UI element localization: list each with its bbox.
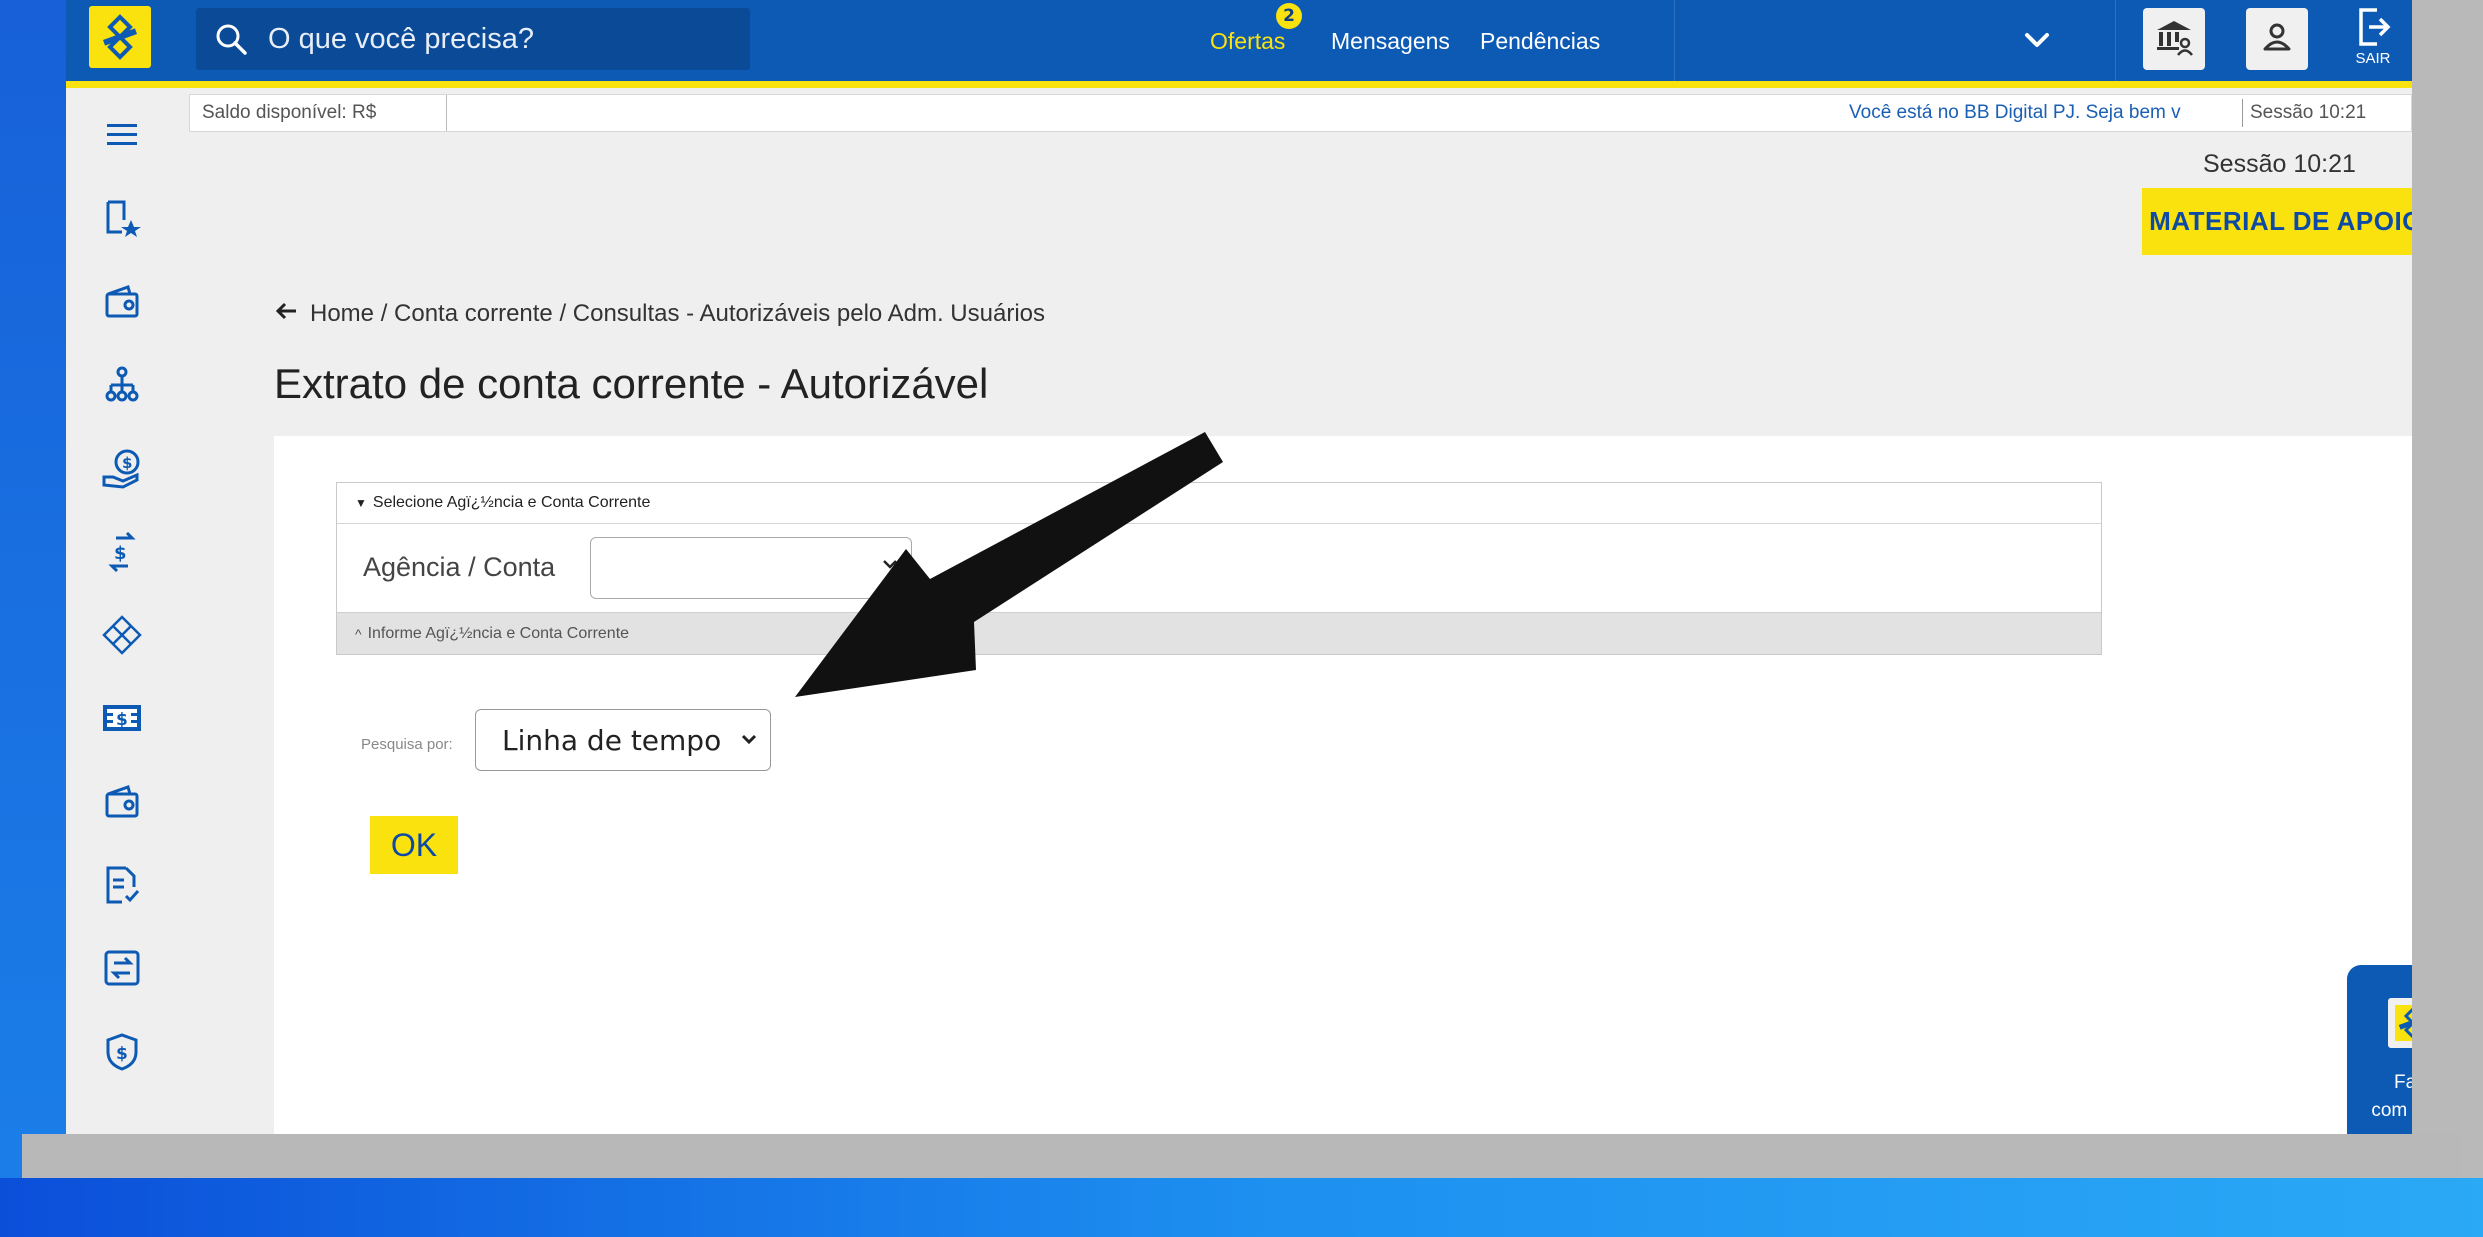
logout-button[interactable]: SAIR	[2345, 6, 2401, 74]
agencia-conta-row: Agência / Conta	[337, 524, 2101, 612]
back-arrow-icon[interactable]	[274, 300, 298, 328]
app-window: O que você precisa? Ofertas 2 Mensagens …	[66, 0, 2412, 1134]
chat-bb-icon	[2387, 998, 2412, 1048]
nav-ofertas[interactable]: Ofertas	[1210, 28, 1285, 55]
bb-logo-icon	[102, 14, 138, 60]
page-title: Extrato de conta corrente - Autorizável	[274, 360, 989, 407]
accordion-header-label: Selecione Agï¿½ncia e Conta Corrente	[372, 494, 651, 511]
account-info-bar: Saldo disponível: R$ Você está no BB Dig…	[189, 94, 2412, 132]
material-apoio-button[interactable]: MATERIAL DE APOIO i	[2142, 188, 2412, 255]
agencia-conta-select[interactable]	[590, 537, 912, 599]
chevron-down-icon	[738, 728, 760, 754]
background-frame-left	[0, 0, 66, 1180]
material-apoio-label: MATERIAL DE APOIO	[2149, 206, 2412, 236]
bank-building-icon	[2153, 16, 2195, 62]
wallet-icon[interactable]	[100, 780, 144, 824]
chat-widget[interactable]: Fale com o BB	[2347, 965, 2412, 1134]
user-profile-button[interactable]	[2246, 8, 2308, 70]
chat-label-line2: com o BB	[2371, 1100, 2412, 1121]
organization-icon[interactable]	[100, 363, 144, 407]
menu-icon[interactable]	[100, 113, 144, 157]
ok-button[interactable]: OK	[370, 816, 458, 874]
welcome-ticker: Você está no BB Digital PJ. Seja bem v	[1849, 102, 2181, 123]
svg-text:$: $	[116, 1044, 128, 1064]
ofertas-badge: 2	[1276, 3, 1302, 29]
transfer-money-icon[interactable]: $	[100, 530, 144, 574]
agencia-conta-label: Agência / Conta	[363, 552, 556, 582]
search-by-select[interactable]: Linha de tempo	[475, 709, 771, 771]
accordion-header[interactable]: ▼ Selecione Agï¿½ncia e Conta Corrente	[337, 483, 2101, 524]
diamond-network-icon[interactable]	[100, 613, 144, 657]
logout-label: SAIR	[2355, 50, 2391, 67]
user-icon	[2259, 19, 2295, 59]
search-by-label: Pesquisa por:	[361, 736, 453, 753]
nav-pendencias[interactable]: Pendências	[1480, 28, 1600, 55]
account-selector-accordion: ▼ Selecione Agï¿½ncia e Conta Corrente A…	[336, 482, 2102, 655]
background-frame-bottom	[0, 1178, 2483, 1237]
svg-text:$: $	[122, 454, 132, 472]
bank-agency-button[interactable]	[2143, 8, 2205, 70]
search-icon	[210, 18, 252, 60]
sidebar: $ $ $ $	[66, 88, 176, 1134]
nav-mensagens[interactable]: Mensagens	[1331, 28, 1450, 55]
banknote-icon[interactable]: $	[100, 696, 144, 740]
session-timer-small: Sessão 10:21	[2250, 102, 2367, 123]
search-by-value: Linha de tempo	[502, 723, 722, 757]
window-bottom-strip	[22, 1134, 2462, 1178]
svg-text:$: $	[116, 710, 128, 730]
shield-money-icon[interactable]: $	[100, 1030, 144, 1074]
wallet-icon[interactable]	[100, 280, 144, 324]
top-bar: O que você precisa? Ofertas 2 Mensagens …	[66, 0, 2412, 88]
accordion-footer-label: Informe Agï¿½ncia e Conta Corrente	[367, 624, 630, 642]
content-panel: ▼ Selecione Agï¿½ncia e Conta Corrente A…	[274, 436, 2412, 1134]
divider	[2242, 99, 2243, 127]
exchange-icon[interactable]	[100, 946, 144, 990]
chevron-down-icon	[881, 556, 899, 575]
bb-logo[interactable]	[89, 6, 151, 68]
breadcrumb-path[interactable]: Home / Conta corrente / Consultas - Auto…	[310, 300, 1045, 328]
accordion-footer[interactable]: ^ Informe Agï¿½ncia e Conta Corrente	[337, 612, 2101, 654]
caret-up-icon: ^	[355, 625, 362, 642]
breadcrumb: Home / Conta corrente / Consultas - Auto…	[274, 300, 1045, 328]
chevron-down-icon[interactable]	[2019, 22, 2055, 58]
document-check-icon[interactable]	[100, 863, 144, 907]
more-icon[interactable]	[100, 1113, 144, 1134]
favorites-icon[interactable]	[100, 196, 144, 240]
caret-down-icon: ▼	[355, 496, 367, 510]
nav-divider	[2115, 0, 2116, 81]
divider	[446, 95, 447, 131]
svg-text:$: $	[114, 543, 127, 564]
search-box[interactable]: O que você precisa?	[196, 8, 750, 70]
chat-label-line1: Fale	[2394, 1072, 2412, 1093]
saldo-disponivel: Saldo disponível: R$	[202, 102, 377, 123]
nav-divider	[1674, 0, 1675, 81]
session-timer: Sessão 10:21	[2203, 150, 2356, 178]
money-hand-icon[interactable]: $	[100, 446, 144, 490]
search-placeholder: O que você precisa?	[268, 22, 534, 55]
